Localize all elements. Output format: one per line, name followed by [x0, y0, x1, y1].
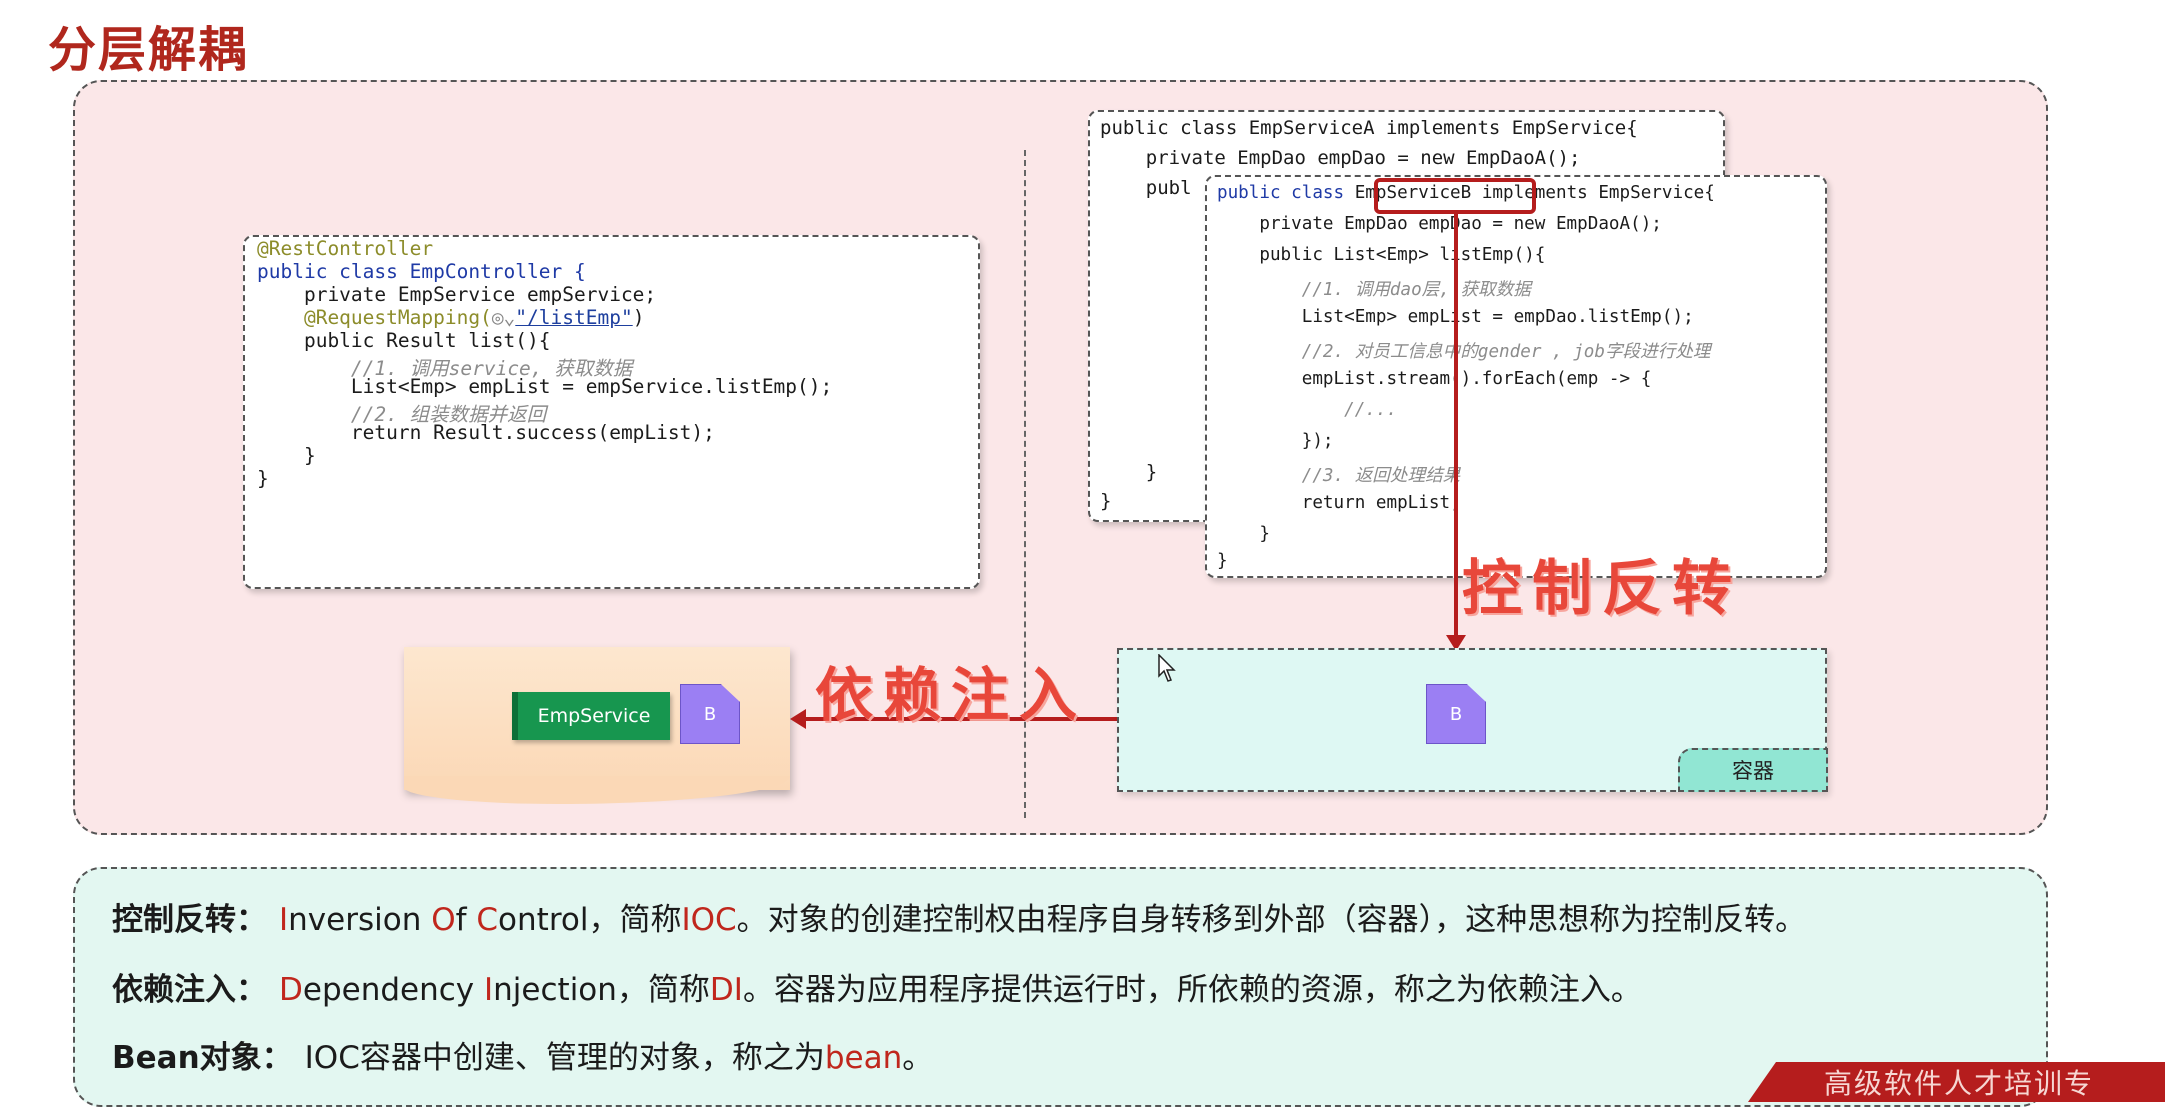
empservice-tag: EmpService — [512, 692, 670, 740]
code-line: private EmpService empService; — [257, 283, 656, 306]
definition-text: nversion — [288, 902, 432, 938]
ioc-label: 控制反转 — [1462, 554, 1742, 624]
code-line: @RequestMapping(◎⌄"/listEmp") — [257, 306, 645, 329]
bean-word: bean — [824, 1040, 903, 1076]
mapping-icon: ◎⌄ — [491, 306, 516, 329]
code-line: }); — [1217, 431, 1334, 451]
code-line: List<Emp> empList = empService.listEmp()… — [257, 375, 833, 398]
definition-term: 控制反转： — [112, 902, 267, 938]
code-line: @RestController — [257, 237, 434, 260]
code-text: public class EmpController { — [257, 260, 586, 283]
acronym: IOC — [681, 902, 737, 938]
code-comment: //1. 调用dao层, 获取数据 — [1217, 280, 1531, 300]
class-highlight-box — [1374, 178, 1536, 214]
code-line: } — [1100, 461, 1158, 483]
code-line: empList.stream().forEach(emp -> { — [1217, 369, 1652, 389]
footer-ribbon: 高级软件人才培训专 — [1748, 1062, 2165, 1102]
ioc-definition: 控制反转： Inversion Of Control，简称IOC。对象的创建控制权… — [112, 894, 1806, 939]
di-arrow-head — [790, 709, 806, 729]
code-line: private EmpDao empDao = new EmpDaoA(); — [1217, 214, 1662, 234]
mapping-path: "/listEmp" — [515, 306, 633, 329]
definition-text: ontrol，简称 — [498, 902, 682, 938]
code-line: } — [1217, 551, 1228, 571]
acronym-letter: D — [279, 972, 303, 1008]
ioc-arrow — [1454, 212, 1458, 637]
definition-text: 。容器为应用程序提供运行时，所依赖的资源，称之为依赖注入。 — [742, 972, 1642, 1008]
acronym-letter: I — [484, 972, 494, 1008]
bean-definition: Bean对象： IOC容器中创建、管理的对象，称之为bean。 — [112, 1032, 933, 1077]
mouse-cursor-icon — [1158, 654, 1176, 682]
definition-term: 依赖注入： — [112, 972, 267, 1008]
code-text: public class — [1217, 183, 1355, 203]
service-b-code-block: public class EmpServiceB implements EmpS… — [1205, 175, 1827, 578]
code-line: return Result.success(empList); — [257, 421, 715, 444]
definition-term: Bean对象： — [112, 1040, 293, 1076]
container-label: 容器 — [1678, 748, 1828, 792]
code-line: public class EmpController { — [257, 260, 586, 283]
definition-text: ependency — [302, 972, 484, 1008]
definition-text: IOC容器中创建、管理的对象，称之为 — [304, 1040, 825, 1076]
acronym-letter: C — [476, 902, 499, 938]
code-line: return empList; — [1217, 493, 1461, 513]
definition-text: njection，简称 — [493, 972, 710, 1008]
code-line: } — [1100, 490, 1112, 512]
controller-code-block: @RestController public class EmpControll… — [243, 235, 980, 589]
definition-text: 。 — [902, 1040, 934, 1076]
code-comment: //2. 对员工信息中的gender , job字段进行处理 — [1217, 342, 1711, 362]
code-line: } — [257, 467, 269, 490]
code-line: public Result list(){ — [257, 329, 551, 352]
code-line: } — [1217, 524, 1270, 544]
page-title: 分层解耦 — [48, 22, 249, 78]
di-definition: 依赖注入： Dependency Injection，简称DI。容器为应用程序提供… — [112, 964, 1642, 1009]
acronym-letter: I — [279, 902, 289, 938]
definition-text: f — [455, 902, 477, 938]
code-text: private EmpService empService; — [257, 283, 657, 306]
code-line: public class EmpServiceA implements EmpS… — [1100, 117, 1638, 139]
code-comment: //... — [1217, 400, 1398, 420]
acronym-letter: O — [431, 902, 456, 938]
code-line: } — [257, 444, 316, 467]
code-line: public List<Emp> listEmp(){ — [1217, 245, 1546, 265]
code-line: publ — [1100, 177, 1192, 199]
code-comment: //3. 返回处理结果 — [1217, 466, 1461, 486]
code-line: private EmpDao empDao = new EmpDaoA(); — [1100, 147, 1581, 169]
di-label: 依赖注入 — [815, 661, 1088, 729]
definition-text: 。对象的创建控制权由程序自身转移到外部（容器），这种思想称为控制反转。 — [736, 902, 1807, 938]
annotation-text: @RequestMapping( — [257, 306, 492, 329]
code-text: ) — [632, 306, 645, 329]
acronym: DI — [709, 972, 743, 1008]
